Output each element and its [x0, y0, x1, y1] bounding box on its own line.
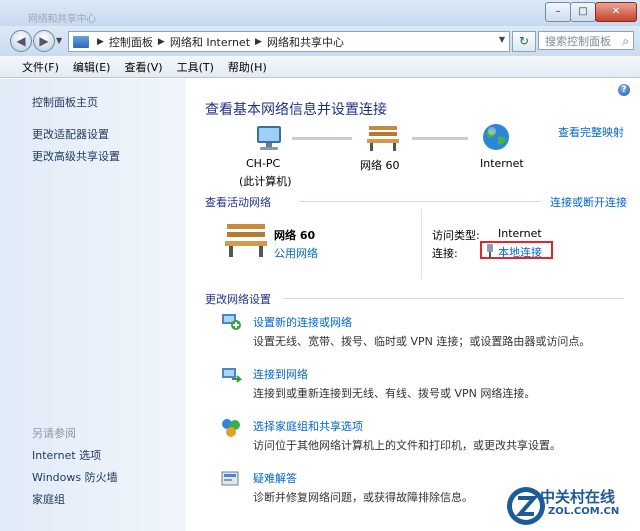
- recent-pages-dropdown-icon[interactable]: ▼: [56, 36, 62, 45]
- window-title: 网络和共享中心: [28, 14, 96, 25]
- connect-network-icon: [222, 368, 242, 383]
- sidebar: 控制面板主页 更改适配器设置 更改高级共享设置 另请参阅 Internet 选项…: [0, 79, 186, 531]
- title-bar: 网络和共享中心 – □ ✕: [0, 0, 640, 26]
- refresh-button[interactable]: ↻: [512, 31, 536, 52]
- homegroup-icon: [222, 419, 240, 437]
- ethernet-plug-icon: [487, 244, 493, 258]
- task-troubleshoot-link[interactable]: 疑难解答: [253, 470, 297, 486]
- sidebar-item-firewall[interactable]: Windows 防火墙: [32, 469, 118, 485]
- task-homegroup-link[interactable]: 选择家庭组和共享选项: [253, 418, 363, 434]
- network-bench-icon: [225, 224, 267, 257]
- network-type-link[interactable]: 公用网络: [274, 245, 318, 261]
- active-network-divider: [421, 209, 422, 279]
- computer-name: CH-PC: [246, 157, 281, 170]
- page-title: 查看基本网络信息并设置连接: [205, 102, 387, 118]
- search-icon[interactable]: ⌕: [622, 32, 629, 51]
- menu-file[interactable]: 文件(F): [22, 59, 59, 75]
- address-bar: ◀ ▶ ▼ ▶ 控制面板 ▶ 网络和 Internet ▶ 网络和共享中心 ▼ …: [0, 26, 640, 56]
- task-connect-network-link[interactable]: 连接到网络: [253, 366, 308, 382]
- task-connect-network-desc: 连接到或重新连接到无线、有线、拨号或 VPN 网络连接。: [253, 387, 536, 400]
- connections-label: 连接:: [432, 247, 458, 260]
- sidebar-item-internet-options[interactable]: Internet 选项: [32, 447, 101, 463]
- breadcrumb-chevron-icon[interactable]: ▶: [158, 37, 165, 47]
- close-button[interactable]: ✕: [595, 2, 637, 22]
- maximize-button[interactable]: □: [570, 2, 596, 22]
- active-networks-heading: 查看活动网络: [205, 196, 271, 209]
- connection-line: [412, 137, 468, 140]
- sidebar-item-advanced-sharing[interactable]: 更改高级共享设置: [32, 148, 120, 164]
- sidebar-item-control-panel-home[interactable]: 控制面板主页: [32, 94, 98, 110]
- view-full-map-link[interactable]: 查看完整映射: [558, 124, 624, 140]
- computer-icon: [257, 126, 281, 150]
- menu-help[interactable]: 帮助(H): [228, 59, 267, 75]
- computer-sub: (此计算机): [239, 175, 292, 188]
- active-network-name: 网络 60: [274, 229, 316, 242]
- menu-bar: 文件(F) 编辑(E) 查看(V) 工具(T) 帮助(H): [0, 56, 640, 78]
- see-also-heading: 另请参阅: [32, 427, 76, 440]
- network-node-label: 网络 60: [360, 159, 400, 172]
- task-troubleshoot-desc: 诊断并修复网络问题，或获得故障排除信息。: [253, 491, 473, 504]
- watermark-subtitle: ZOL.COM.CN: [548, 506, 620, 517]
- local-connection-link[interactable]: 本地连接: [498, 244, 542, 260]
- change-settings-heading: 更改网络设置: [205, 293, 271, 306]
- connect-disconnect-link[interactable]: 连接或断开连接: [550, 194, 627, 210]
- address-input[interactable]: ▶ 控制面板 ▶ 网络和 Internet ▶ 网络和共享中心 ▼: [68, 31, 510, 52]
- sidebar-item-adapter-settings[interactable]: 更改适配器设置: [32, 126, 109, 142]
- breadcrumb-network-center[interactable]: 网络和共享中心: [267, 34, 344, 50]
- section-divider: [283, 298, 624, 299]
- new-connection-icon: [222, 314, 241, 330]
- forward-button[interactable]: ▶: [33, 30, 55, 52]
- troubleshoot-icon: [221, 471, 239, 486]
- breadcrumb-network-internet[interactable]: 网络和 Internet: [170, 34, 250, 50]
- internet-node-label: Internet: [480, 157, 524, 170]
- main-content: ? 查看基本网络信息并设置连接 查看完整映射 CH-PC (此计算机) 网络 6…: [186, 79, 640, 531]
- breadcrumb-control-panel[interactable]: 控制面板: [109, 34, 153, 50]
- task-new-connection-link[interactable]: 设置新的连接或网络: [253, 314, 352, 330]
- section-divider: [299, 201, 541, 202]
- task-new-connection-desc: 设置无线、宽带、拨号、临时或 VPN 连接；或设置路由器或访问点。: [253, 335, 591, 348]
- access-type-label: 访问类型:: [432, 229, 480, 242]
- bench-icon: [367, 126, 399, 151]
- access-type-value: Internet: [498, 227, 542, 240]
- watermark-title: 中关村在线: [540, 488, 616, 506]
- menu-tools[interactable]: 工具(T): [177, 59, 214, 75]
- task-homegroup-desc: 访问位于其他网络计算机上的文件和打印机，或更改共享设置。: [253, 439, 561, 452]
- breadcrumb-chevron-icon[interactable]: ▶: [255, 37, 262, 47]
- menu-edit[interactable]: 编辑(E): [73, 59, 111, 75]
- menu-view[interactable]: 查看(V): [124, 59, 162, 75]
- globe-icon: [483, 124, 509, 150]
- sidebar-item-homegroup[interactable]: 家庭组: [32, 491, 65, 507]
- search-input[interactable]: 搜索控制面板 ⌕: [538, 31, 634, 50]
- search-placeholder: 搜索控制面板: [545, 35, 611, 48]
- minimize-button[interactable]: –: [545, 2, 571, 22]
- breadcrumb-chevron-icon[interactable]: ▶: [97, 37, 104, 47]
- help-icon[interactable]: ?: [618, 84, 630, 96]
- back-button[interactable]: ◀: [10, 30, 32, 52]
- control-panel-icon: [73, 35, 89, 48]
- address-dropdown-icon[interactable]: ▼: [499, 35, 505, 44]
- connection-line: [292, 137, 352, 140]
